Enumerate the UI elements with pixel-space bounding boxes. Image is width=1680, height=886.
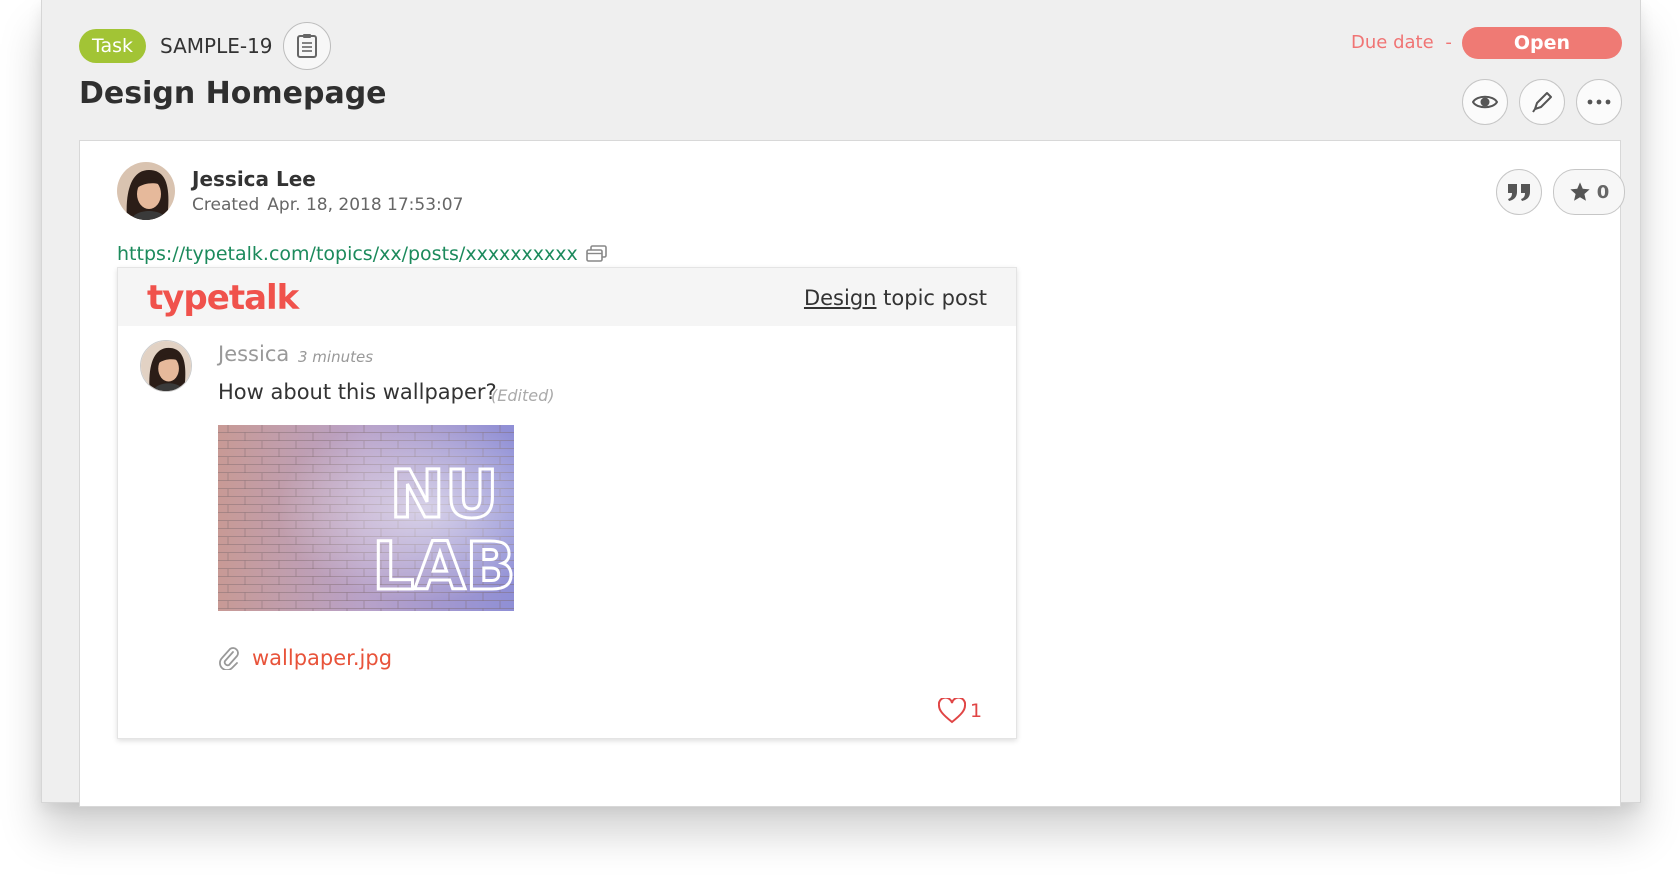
typetalk-link-row: https://typetalk.com/topics/xx/posts/xxx…: [117, 243, 608, 265]
due-date: Due date -: [1351, 32, 1452, 53]
more-button[interactable]: [1576, 79, 1622, 125]
embed-topic: Design topic post: [804, 286, 987, 310]
topic-suffix: topic post: [883, 286, 987, 310]
issue-type-badge: Task: [79, 29, 147, 63]
eye-icon: [1472, 95, 1498, 109]
created-date: Apr. 18, 2018 17:53:07: [267, 195, 464, 215]
status-badge[interactable]: Open: [1462, 27, 1622, 59]
created-info: Created Apr. 18, 2018 17:53:07: [192, 195, 463, 215]
pencil-icon: [1532, 92, 1552, 113]
topic-link[interactable]: Design: [804, 286, 877, 310]
like-button[interactable]: 1: [938, 698, 982, 724]
post-author-avatar: [140, 340, 192, 392]
post-author: Jessica: [218, 342, 290, 366]
post-time: 3 minutes: [298, 348, 374, 366]
author-avatar[interactable]: [117, 162, 175, 220]
issue-key: SAMPLE-19: [160, 34, 273, 58]
neon-text-top: NU: [390, 456, 499, 533]
embed-header: typetalk Design topic post: [118, 268, 1016, 326]
neon-text-bottom: LAB: [372, 528, 514, 605]
issue-header-bar: Task SAMPLE-19: [79, 22, 331, 70]
quote-button[interactable]: [1496, 169, 1542, 215]
star-icon: [1570, 182, 1590, 201]
open-new-window-icon[interactable]: [585, 245, 608, 263]
page-title: Design Homepage: [79, 76, 387, 111]
typetalk-logo: typetalk: [147, 278, 299, 318]
author-name[interactable]: Jessica Lee: [192, 167, 316, 191]
more-icon: [1587, 99, 1611, 105]
edited-label: (Edited): [491, 386, 555, 405]
quote-icon: [1508, 184, 1530, 201]
post-text: How about this wallpaper?: [218, 380, 497, 404]
heart-icon: [938, 698, 966, 724]
attachment-row: wallpaper.jpg: [218, 646, 392, 670]
created-label: Created: [192, 195, 260, 215]
edit-button[interactable]: [1519, 79, 1565, 125]
watch-button[interactable]: [1462, 79, 1508, 125]
copy-issue-key-button[interactable]: [282, 22, 331, 70]
attachment-link[interactable]: wallpaper.jpg: [252, 646, 392, 670]
star-count: 0: [1596, 181, 1610, 203]
paperclip-icon: [219, 647, 239, 670]
due-date-label: Due date: [1351, 32, 1434, 53]
typetalk-embed-card[interactable]: typetalk Design topic post Jessica 3 min…: [117, 267, 1017, 739]
like-count: 1: [970, 700, 983, 722]
star-button[interactable]: 0: [1553, 169, 1625, 215]
typetalk-link[interactable]: https://typetalk.com/topics/xx/posts/xxx…: [117, 243, 578, 265]
due-date-value: -: [1445, 32, 1452, 53]
clipboard-icon: [296, 34, 317, 58]
wallpaper-image[interactable]: NU LAB: [218, 425, 517, 611]
issue-description-panel: Jessica Lee Created Apr. 18, 2018 17:53:0…: [79, 140, 1625, 807]
issue-window: Task SAMPLE-19 Design Homepage Due date …: [41, 0, 1641, 807]
